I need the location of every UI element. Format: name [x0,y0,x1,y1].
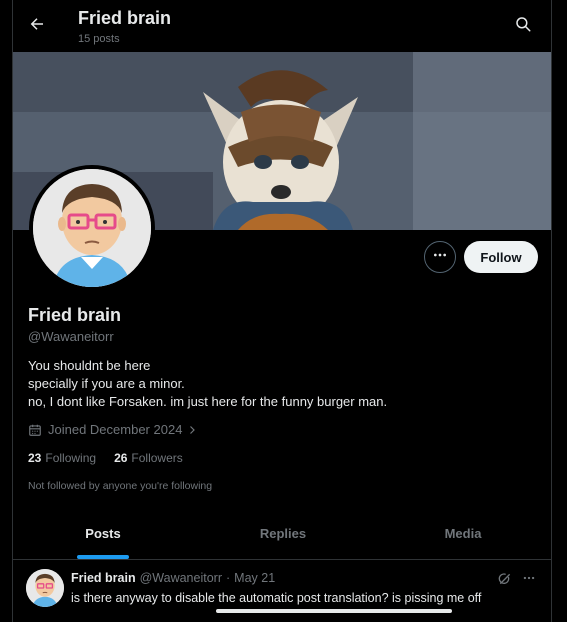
grok-button[interactable] [497,571,515,589]
avatar-image [33,169,151,287]
arrow-left-icon [28,15,46,38]
tab-posts[interactable]: Posts [13,508,193,559]
back-button[interactable] [23,12,51,40]
more-horizontal-icon [522,571,536,590]
profile-tabs: Posts Replies Media [13,508,551,560]
post-date[interactable]: May 21 [234,571,275,585]
follow-stats: 23 Following 26 Followers [28,451,201,465]
bio-line: no, I dont like Forsaken. im just here f… [28,394,388,409]
tab-label: Replies [259,526,307,541]
tab-label: Posts [85,526,121,541]
tab-media[interactable]: Media [373,508,551,559]
following-count: 23 [28,451,42,465]
profile-page: Fried brain 15 posts Follow Fried brain … [12,0,552,622]
tab-label: Media [444,526,482,541]
profile-name: Fried brain [28,305,122,325]
more-options-button[interactable] [424,241,456,273]
active-tab-indicator [77,555,129,559]
post-text: is there anyway to disable the automatic… [71,591,482,605]
post-header: Fried brain @Wawaneitorr · May 21 [71,571,275,585]
grok-icon [497,571,513,589]
more-horizontal-icon [432,247,448,268]
followers-count: 26 [114,451,128,465]
header-post-count: 15 posts [78,33,120,45]
post-more-button[interactable] [520,571,538,589]
post-author[interactable]: Fried brain [71,571,136,585]
joined-date[interactable]: Joined December 2024 [28,422,198,437]
search-icon [514,15,532,38]
following-label: Following [45,451,97,465]
tab-replies[interactable]: Replies [193,508,373,559]
profile-header: Fried brain 15 posts [13,0,551,52]
profile-avatar[interactable] [29,165,155,291]
profile-bio: You shouldnt be here specially if you ar… [28,357,538,411]
calendar-icon [28,423,42,437]
not-followed-text: Not followed by anyone you're following [28,480,213,492]
header-title: Fried brain [78,8,172,28]
joined-text: Joined December 2024 [48,422,183,437]
search-button[interactable] [511,14,535,38]
bio-line: specially if you are a minor. [28,376,185,391]
follow-button[interactable]: Follow [464,241,538,273]
avatar-image [26,569,64,607]
bio-line: You shouldnt be here [28,358,151,373]
chevron-right-icon [186,424,198,436]
profile-handle: @Wawaneitorr [28,329,114,344]
post-separator: · [225,571,231,585]
home-indicator[interactable] [216,609,452,613]
followers-label: Followers [131,451,183,465]
followers-link[interactable]: 26 Followers [114,451,183,465]
following-link[interactable]: 23 Following [28,451,96,465]
post-handle[interactable]: @Wawaneitorr [140,571,222,585]
post-avatar[interactable] [26,569,64,607]
